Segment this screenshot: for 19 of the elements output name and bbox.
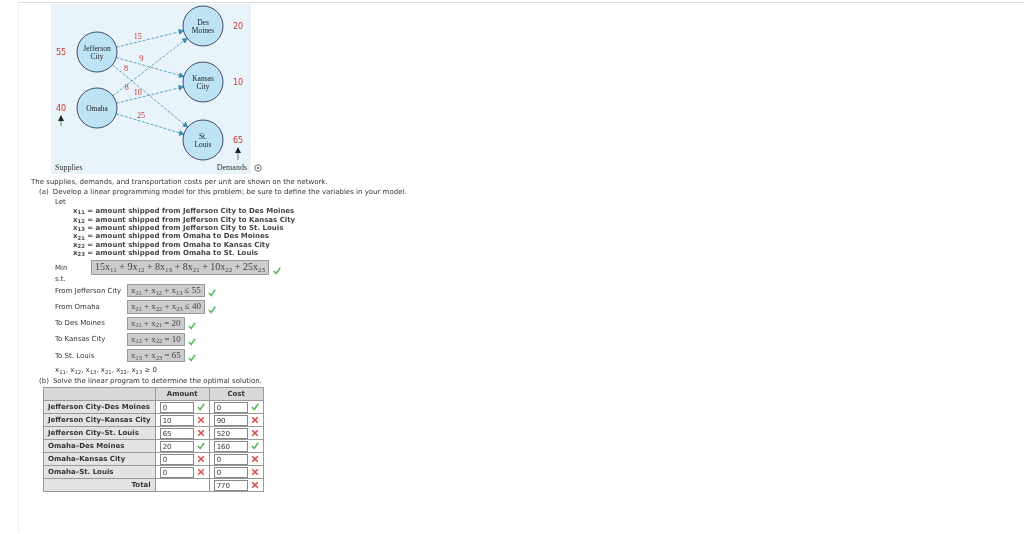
supply-value: 55	[55, 48, 67, 57]
constraint-box: x$_{11}$ + x$_{21}$ = 20	[127, 316, 185, 330]
constraint-box: x$_{11}$ + x$_{12}$ + x$_{13}$ ≤ 55	[127, 284, 205, 298]
constraint-box: x$_{12}$ + x$_{22}$ = 10	[127, 332, 185, 347]
cost-label: 10	[133, 87, 142, 97]
cost-label: 8	[124, 64, 129, 74]
supplies-label: Supplies	[55, 163, 83, 172]
constraint-box: x$_{21}$ + x$_{22}$ + x$_{23}$ ≤ 40	[127, 300, 205, 314]
demand-value: 10	[232, 78, 244, 87]
cost-label: 15	[133, 31, 142, 41]
cost-label: 25	[137, 110, 146, 120]
cost-label: 8	[124, 82, 129, 92]
demand-value: 65	[232, 136, 244, 145]
demands-label: Demands	[216, 163, 247, 172]
constraint-box: x$_{13}$ + x$_{23}$ = 65	[127, 349, 185, 363]
cost-label: 9	[139, 54, 144, 63]
objective-box: 15x$_{11}$ + 9x$_{12}$ + 8x$_{13}$ + 8x$_{21}$ + 10x$_{22}$ + 25x$_{23}$	[91, 260, 269, 275]
supply-value: 40	[55, 104, 67, 113]
demand-value: 20	[232, 22, 244, 31]
